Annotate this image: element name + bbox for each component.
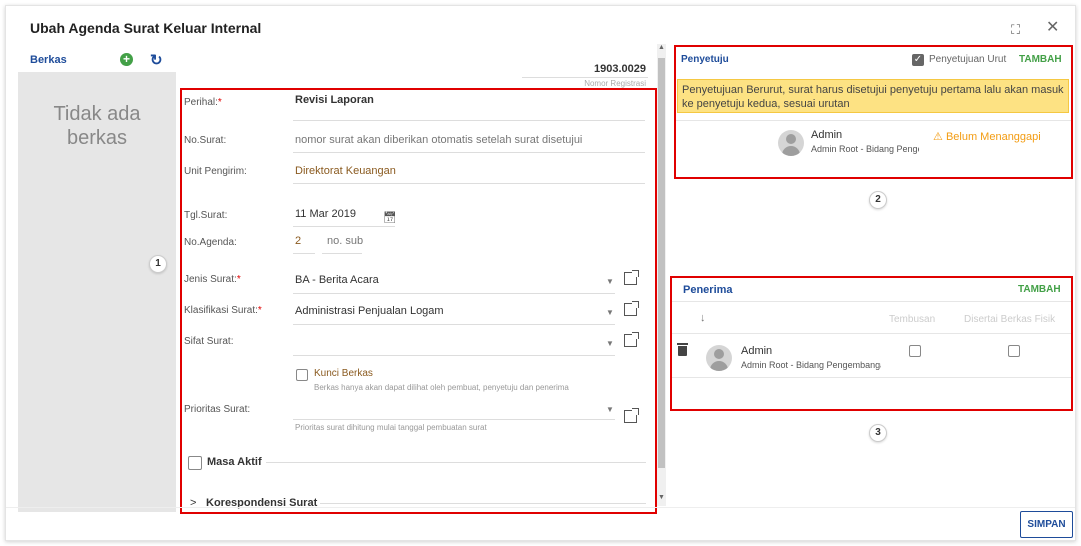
sifat-surat-label: Sifat Surat: (184, 336, 234, 347)
open-external-icon[interactable] (624, 301, 639, 316)
penyetuju-name: Admin (811, 129, 843, 141)
scroll-down-icon[interactable]: ▼ (658, 494, 665, 501)
warning-icon: ⚠ (933, 131, 943, 143)
nosurat-field: nomor surat akan diberikan otomatis sete… (295, 134, 583, 146)
prioritas-hint: Prioritas surat dihitung mulai tanggal p… (295, 423, 487, 432)
status-text: Belum Menanggapi (945, 131, 1041, 143)
jenis-surat-label: Jenis Surat:* (184, 274, 241, 285)
prioritas-underline (293, 419, 615, 420)
penyetujuan-urut-checkbox[interactable]: ✓ (912, 54, 924, 66)
chevron-down-icon[interactable]: ▼ (606, 308, 614, 317)
unit-pengirim-label: Unit Pengirim: (184, 166, 247, 177)
tgl-surat-input[interactable]: 11 Mar 2019 (295, 208, 356, 220)
perihal-label: Perihal:* (184, 97, 222, 108)
scrollbar-thumb[interactable] (658, 58, 665, 468)
berkas-empty-state: Tidak ada berkas (18, 102, 176, 150)
penyetuju-divider (676, 120, 1071, 121)
penerima-unit: Admin Root - Bidang Pengembangan (741, 360, 881, 370)
callout-badge-1: 1 (149, 255, 167, 273)
sifat-underline (293, 355, 615, 356)
chevron-down-icon[interactable]: ▼ (606, 277, 614, 286)
registration-number: 1903.0029 (594, 63, 646, 75)
penyetuju-tambah-button[interactable]: TAMBAH (1019, 54, 1062, 65)
nosurat-underline (293, 152, 645, 153)
scroll-up-icon[interactable]: ▲ (658, 44, 665, 51)
registration-divider (522, 77, 648, 78)
berkas-label: Berkas (30, 54, 67, 66)
simpan-button[interactable]: SIMPAN (1020, 511, 1073, 538)
sub-underline (322, 253, 362, 254)
kunci-berkas-hint: Berkas hanya akan dapat dilihat oleh pem… (314, 383, 569, 392)
penerima-highlight-box (670, 276, 1073, 411)
close-icon[interactable]: ✕ (1046, 20, 1059, 36)
penyetujuan-urut-label: Penyetujuan Urut (929, 54, 1007, 65)
chevron-down-icon[interactable]: ▼ (606, 339, 614, 348)
berkas-panel: Tidak ada berkas (18, 72, 176, 512)
no-agenda-input[interactable]: 2 (295, 235, 301, 247)
penerima-title: Penerima (683, 284, 733, 296)
open-external-icon[interactable] (624, 332, 639, 347)
callout-badge-2: 2 (869, 191, 887, 209)
sort-down-icon[interactable]: ↓ (700, 312, 706, 324)
empty-text-line-2: berkas (66, 127, 128, 149)
avatar (706, 345, 732, 371)
tgl-underline (293, 226, 395, 227)
penerima-divider (672, 301, 1071, 302)
status-badge: ⚠ Belum Menanggapi (933, 130, 1041, 143)
agenda-underline (293, 253, 315, 254)
perihal-underline (293, 120, 645, 121)
column-tembusan: Tembusan (889, 314, 936, 325)
tembusan-checkbox[interactable] (909, 345, 921, 357)
open-external-icon[interactable] (624, 408, 639, 423)
column-berkas-fisik: Disertai Berkas Fisik (964, 314, 1056, 325)
unit-pengirim-value[interactable]: Direktorat Keuangan (295, 165, 396, 177)
masa-aktif-label: Masa Aktif (207, 456, 262, 468)
urut-notice: Penyetujuan Berurut, surat harus disetuj… (677, 79, 1069, 113)
expand-icon[interactable]: ⛶ (1011, 22, 1020, 38)
callout-badge-3: 3 (869, 424, 887, 442)
korespondensi-divider (320, 503, 646, 504)
avatar (778, 130, 804, 156)
berkas-header: Berkas + ↻ (30, 52, 176, 72)
klasifikasi-select[interactable]: Administrasi Penjualan Logam (295, 305, 444, 317)
unit-underline (293, 183, 645, 184)
jenis-surat-select[interactable]: BA - Berita Acara (295, 274, 379, 286)
trash-icon[interactable] (677, 343, 688, 356)
masa-aktif-divider (266, 462, 646, 463)
empty-text-line-1: Tidak ada (53, 103, 141, 125)
footer-divider (6, 507, 1075, 508)
tgl-surat-label: Tgl.Surat: (184, 210, 228, 221)
refresh-icon[interactable]: ↻ (150, 51, 163, 69)
berkas-fisik-checkbox[interactable] (1008, 345, 1020, 357)
calendar-icon[interactable]: 📅︎ (383, 211, 397, 224)
open-external-icon[interactable] (624, 270, 639, 285)
nosurat-label: No.Surat: (184, 135, 227, 146)
perihal-input[interactable]: Revisi Laporan (295, 94, 374, 106)
klasifikasi-label: Klasifikasi Surat:* (184, 305, 262, 316)
masa-aktif-checkbox[interactable] (188, 456, 202, 470)
no-agenda-label: No.Agenda: (184, 237, 237, 248)
chevron-down-icon[interactable]: ▼ (606, 405, 614, 414)
klasifikasi-underline (293, 324, 615, 325)
penerima-header-divider (672, 333, 1071, 334)
prioritas-label: Prioritas Surat: (184, 404, 251, 415)
penyetuju-unit: Admin Root - Bidang Pengembangan (811, 144, 919, 154)
penerima-tambah-button[interactable]: TAMBAH (1018, 284, 1061, 295)
kunci-berkas-checkbox[interactable] (296, 369, 308, 381)
penyetuju-title: Penyetuju (681, 54, 729, 65)
registration-caption: Nomor Registrasi (584, 79, 646, 88)
add-berkas-icon[interactable]: + (120, 53, 133, 66)
jenis-underline (293, 293, 615, 294)
kunci-berkas-label: Kunci Berkas (314, 368, 373, 379)
dialog-title: Ubah Agenda Surat Keluar Internal (30, 20, 262, 36)
penerima-name: Admin (741, 345, 773, 357)
penerima-row-divider (672, 377, 1071, 378)
no-sub-input[interactable]: no. sub (327, 235, 363, 247)
